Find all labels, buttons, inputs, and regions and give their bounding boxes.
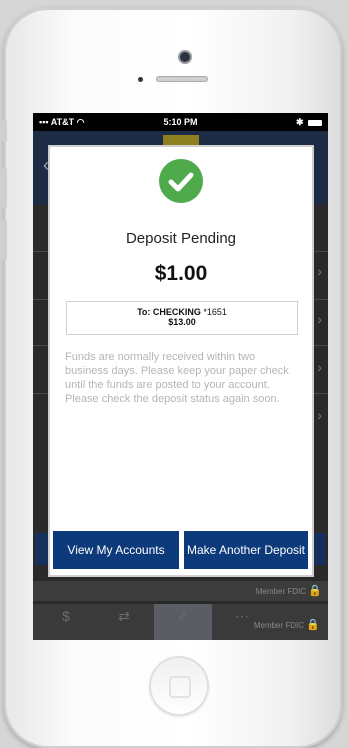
- background-button: [35, 533, 49, 565]
- home-square-icon: [169, 676, 191, 698]
- back-chevron-icon[interactable]: ‹: [43, 155, 49, 176]
- dialog-title: Deposit Pending: [125, 230, 237, 247]
- tab-transfers: ⇄: [95, 608, 153, 625]
- view-my-accounts-button[interactable]: View My Accounts: [53, 531, 179, 569]
- status-bar: ▪▪▪ AT&T ◠ 5:10 PM ✱: [33, 113, 328, 131]
- status-icons: ✱: [296, 117, 322, 128]
- transfer-icon: ⇄: [118, 608, 130, 624]
- status-time: 5:10 PM: [163, 117, 198, 127]
- lock-icon: 🔒: [306, 619, 320, 631]
- fdic-label: Member FDIC 🔒: [253, 619, 320, 631]
- deposit-info-text: Funds are normally received within two b…: [65, 351, 289, 405]
- proximity-sensor: [138, 77, 143, 82]
- home-button[interactable]: [149, 656, 209, 716]
- bank-logo: [163, 135, 199, 147]
- background-footer: Member FDIC 🔒: [33, 581, 328, 601]
- chevron-right-icon: ›: [317, 263, 322, 279]
- account-balance: $13.00: [168, 317, 196, 327]
- tab-accounts: $: [37, 608, 95, 624]
- deposit-amount: $1.00: [154, 262, 208, 285]
- deposit-pending-dialog: Deposit Pending $1.00 To: CHECKING *1651…: [50, 147, 312, 575]
- chevron-right-icon: ›: [317, 359, 322, 375]
- bottom-tab-bar: $ ⇄ ✓ ⋯ Member FDIC 🔒: [33, 604, 328, 640]
- bluetooth-icon: ✱: [295, 117, 304, 127]
- earpiece-speaker: [156, 76, 208, 82]
- mute-switch: [1, 120, 7, 142]
- volume-up-button: [1, 168, 7, 208]
- battery-icon: [308, 119, 322, 126]
- lock-icon: 🔒: [308, 585, 322, 597]
- deposit-icon: ✓: [177, 608, 189, 624]
- chevron-right-icon: ›: [317, 311, 322, 327]
- chevron-right-icon: ›: [317, 407, 322, 423]
- phone-screen: ▪▪▪ AT&T ◠ 5:10 PM ✱ ‹ › › › › Member FD…: [33, 113, 328, 640]
- dollar-icon: $: [62, 608, 70, 624]
- background-button: [312, 533, 326, 565]
- destination-account-box: To: CHECKING *1651 $13.00: [66, 301, 298, 335]
- checkmark-circle-icon: [159, 159, 203, 203]
- make-another-deposit-button[interactable]: Make Another Deposit: [184, 531, 308, 569]
- destination-label: To: CHECKING: [137, 307, 201, 317]
- account-number: *1651: [203, 307, 227, 317]
- front-camera: [180, 52, 190, 62]
- tab-deposit: ✓: [154, 604, 212, 640]
- volume-down-button: [1, 220, 7, 260]
